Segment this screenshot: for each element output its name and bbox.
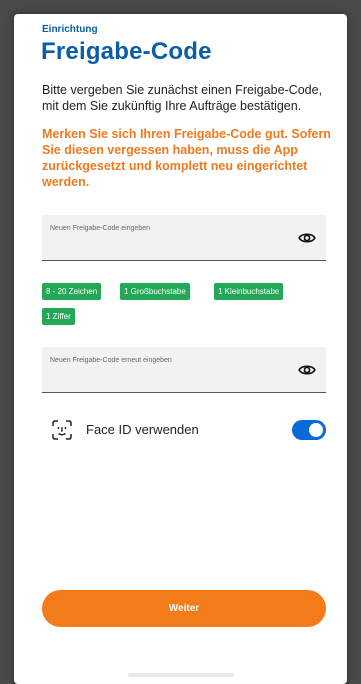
- page-title: Freigabe-Code: [41, 38, 212, 65]
- repeat-code-field[interactable]: Neuen Freigabe-Code erneut eingeben: [42, 347, 326, 393]
- section-label: Einrichtung: [42, 24, 98, 35]
- toggle-knob: [309, 423, 323, 437]
- requirement-chip-digit: 1 Ziffer: [42, 308, 75, 325]
- new-code-field[interactable]: Neuen Freigabe-Code eingeben: [42, 215, 326, 261]
- eye-icon[interactable]: [298, 231, 316, 245]
- faceid-toggle[interactable]: [292, 420, 326, 440]
- face-id-icon: [52, 420, 72, 440]
- eye-icon[interactable]: [298, 363, 316, 377]
- requirement-chip-lowercase: 1 Kleinbuchstabe: [214, 283, 284, 300]
- requirement-chip-length: 8 - 20 Zeichen: [42, 283, 102, 300]
- faceid-label: Face ID verwenden: [86, 422, 199, 437]
- requirement-chip-uppercase: 1 Großbuchstabe: [120, 283, 190, 300]
- continue-button[interactable]: Weiter: [42, 590, 326, 627]
- setup-screen: Einrichtung Freigabe-Code Bitte vergeben…: [14, 14, 347, 684]
- home-indicator: [128, 673, 234, 677]
- faceid-row: Face ID verwenden: [52, 418, 326, 442]
- new-code-label: Neuen Freigabe-Code eingeben: [50, 225, 151, 232]
- intro-text: Bitte vergeben Sie zunächst einen Freiga…: [42, 83, 323, 113]
- warning-text: Merken Sie sich Ihren Freigabe-Code gut.…: [42, 127, 331, 189]
- repeat-code-label: Neuen Freigabe-Code erneut eingeben: [50, 357, 172, 364]
